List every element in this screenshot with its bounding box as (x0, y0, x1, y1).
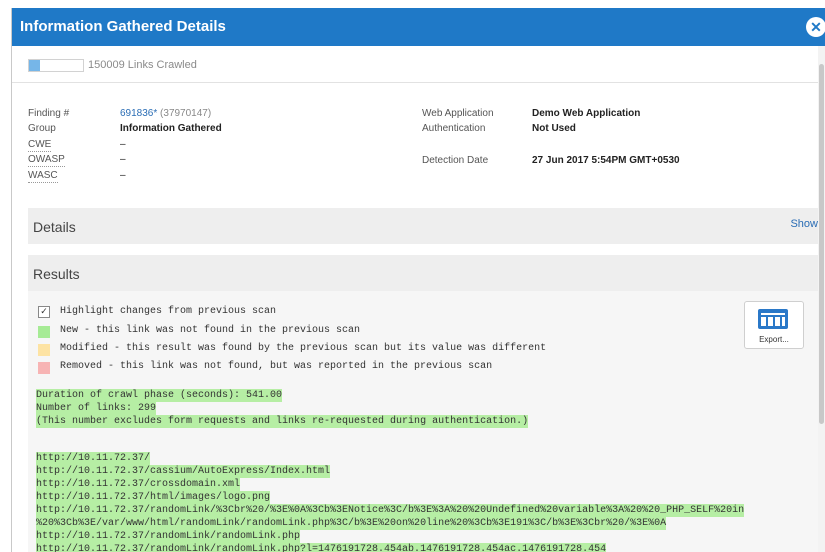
finding-number-label: Finding # (28, 108, 70, 119)
finding-number: 691836* (37970147) (120, 107, 211, 120)
crawl-duration-line: Duration of crawl phase (seconds): 541.0… (36, 389, 283, 402)
authentication-value: Not Used (532, 123, 576, 134)
details-show-link[interactable]: Show (790, 218, 818, 230)
highlight-changes-checkbox[interactable]: ✓ (38, 306, 50, 318)
link-line: http://10.11.72.37/html/images/logo.png (36, 491, 271, 504)
crawl-progress-bar (28, 59, 84, 72)
cwe-value: – (120, 139, 126, 150)
links-note-line: (This number excludes form requests and … (36, 415, 529, 428)
results-title: Results (33, 266, 80, 282)
cwe-label[interactable]: CWE (28, 138, 52, 152)
results-body: ✓ Highlight changes from previous scan N… (28, 291, 818, 552)
crawl-progress-label: 150009 Links Crawled (88, 59, 197, 71)
link-line: http://10.11.72.37/randomLink/%3Cbr%20/%… (36, 504, 745, 517)
crawl-progress-fill (29, 60, 40, 71)
owasp-value: – (120, 154, 126, 165)
web-application-label: Web Application (422, 108, 494, 119)
details-section-header: Details Show (28, 208, 818, 244)
dialog-content: 150009 Links Crawled Finding # 691836* (… (12, 46, 818, 552)
wasc-value: – (120, 170, 126, 181)
results-section-header: Results (28, 255, 818, 291)
dialog-scrollbar-thumb[interactable] (819, 64, 824, 424)
export-button[interactable]: Export... (744, 301, 804, 349)
link-line: http://10.11.72.37/ (36, 452, 151, 465)
links-count-line: Number of links: 299 (36, 402, 157, 415)
dialog: Information Gathered Details ✕ 150009 Li… (11, 8, 825, 552)
detection-date-label: Detection Date (422, 155, 489, 166)
group-value: Information Gathered (120, 123, 222, 134)
crawl-progress-row: 150009 Links Crawled (12, 46, 818, 83)
authentication-label: Authentication (422, 123, 486, 134)
legend-modified-text: Modified - this result was found by the … (60, 343, 547, 354)
web-application-value: Demo Web Application (532, 108, 641, 119)
link-line: http://10.11.72.37/randomLink/randomLink… (36, 530, 301, 543)
details-title: Details (33, 219, 76, 235)
close-icon: ✕ (810, 19, 822, 35)
legend-removed-text: Removed - this link was not found, but w… (60, 361, 493, 372)
link-line: %20%3Cb%3E/var/www/html/randomLink/rando… (36, 517, 667, 530)
detection-date-value: 27 Jun 2017 5:54PM GMT+0530 (532, 155, 680, 166)
legend-new-text: New - this link was not found in the pre… (60, 325, 361, 336)
highlight-changes-label: Highlight changes from previous scan (60, 306, 277, 317)
finding-sub-id: (37970147) (160, 108, 212, 119)
link-line: http://10.11.72.37/randomLink/randomLink… (36, 543, 607, 552)
finding-id-link[interactable]: 691836* (120, 108, 157, 119)
legend-modified-swatch (38, 344, 50, 356)
link-line: http://10.11.72.37/cassium/AutoExpress/I… (36, 465, 331, 478)
export-icon (758, 309, 788, 329)
dialog-title-bar: Information Gathered Details ✕ (12, 8, 825, 46)
export-label: Export... (759, 335, 789, 344)
close-button[interactable]: ✕ (806, 17, 825, 37)
legend-removed-swatch (38, 362, 50, 374)
wasc-label[interactable]: WASC (28, 169, 58, 183)
owasp-label[interactable]: OWASP (28, 153, 65, 167)
legend-new-swatch (38, 326, 50, 338)
link-line: http://10.11.72.37/crossdomain.xml (36, 478, 241, 491)
dialog-title: Information Gathered Details (20, 18, 226, 35)
group-label: Group (28, 123, 56, 134)
dialog-scrollbar[interactable] (818, 46, 825, 552)
